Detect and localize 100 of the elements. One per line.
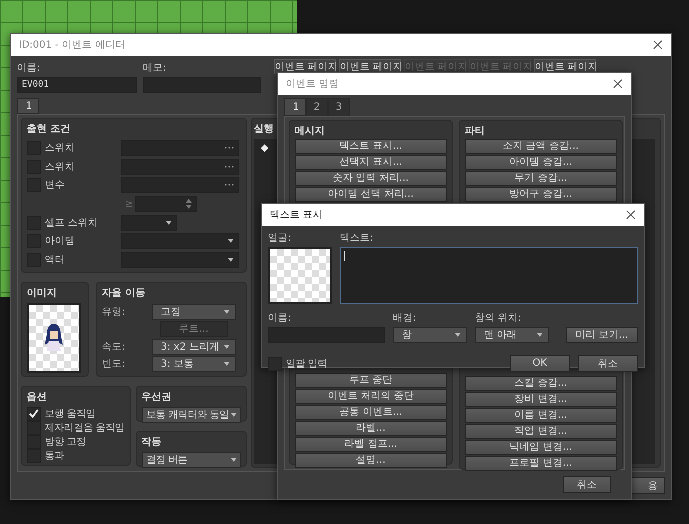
option-label: 제자리걸음 움직임 xyxy=(45,422,125,435)
ok-button[interactable]: OK xyxy=(510,355,570,372)
spinner-arrows-icon xyxy=(186,199,192,210)
command-button[interactable]: 닉네임 변경... xyxy=(465,440,617,455)
caret-icon xyxy=(228,258,234,262)
command-button[interactable]: 라벨 점프... xyxy=(295,437,447,452)
caret-icon xyxy=(224,362,230,366)
command-line[interactable]: ◆ xyxy=(261,143,269,154)
window-title: 이벤트 명령 xyxy=(286,78,340,91)
more-icon xyxy=(225,147,234,150)
preview-button[interactable]: 미리 보기... xyxy=(566,327,638,343)
close-icon[interactable] xyxy=(626,210,636,220)
character-image[interactable] xyxy=(27,303,81,373)
dropdown[interactable]: 맨 아래 xyxy=(475,327,549,343)
group-title: 자율 이동 xyxy=(102,287,146,300)
dropdown[interactable]: 고정 xyxy=(152,304,236,320)
command-button[interactable]: 스킬 증감... xyxy=(465,376,617,391)
command-button[interactable]: 직업 변경... xyxy=(465,424,617,439)
face-image-box[interactable] xyxy=(268,247,332,304)
close-icon[interactable] xyxy=(653,40,663,50)
condition-label: 셀프 스위치 xyxy=(45,216,100,230)
window-title: ID:001 - 이벤트 에디터 xyxy=(19,39,126,52)
field-label: 얼굴: xyxy=(268,232,292,245)
caret-icon xyxy=(455,333,461,337)
command-button[interactable]: 아이템 증감... xyxy=(465,155,617,170)
command-button[interactable]: 숫자 입력 처리... xyxy=(295,171,447,186)
dropdown[interactable]: 결정 버튼 xyxy=(142,452,241,468)
close-icon[interactable] xyxy=(613,79,623,89)
cancel-button[interactable]: 취소 xyxy=(578,355,638,372)
caret-icon xyxy=(231,458,237,462)
command-button[interactable]: 무기 증감... xyxy=(465,171,617,186)
command-button[interactable]: 소지 금액 증감... xyxy=(465,139,617,154)
group-title: 이미지 xyxy=(27,287,57,300)
field-label: 이름: xyxy=(268,312,292,325)
field-label: 이름: xyxy=(17,62,42,75)
command-button[interactable]: 이름 변경... xyxy=(465,408,617,423)
dropdown[interactable] xyxy=(121,214,177,231)
page-tab[interactable]: 1 xyxy=(17,98,39,114)
name-field[interactable]: EV001 xyxy=(17,77,137,93)
group-title: 메시지 xyxy=(295,125,325,138)
command-button[interactable]: 텍스트 표시... xyxy=(295,139,447,154)
group-title: 출현 조건 xyxy=(27,123,70,136)
more-icon xyxy=(225,166,234,168)
option-label: 보행 움직임 xyxy=(45,408,96,421)
field-label: 빈도: xyxy=(102,358,126,372)
caret-icon xyxy=(228,239,234,244)
option-label: 일괄 입력 xyxy=(286,358,328,370)
command-button[interactable]: 라벨... xyxy=(295,421,447,436)
command-button[interactable]: 장비 변경... xyxy=(465,392,617,407)
dropdown[interactable]: 창 xyxy=(393,327,467,343)
picker-field[interactable] xyxy=(121,140,239,156)
dropdown[interactable]: 보통 캐릭터와 동일 xyxy=(142,407,241,423)
command-button[interactable]: 공통 이벤트... xyxy=(295,405,447,420)
text-area[interactable] xyxy=(340,247,638,304)
caret-icon xyxy=(224,344,230,349)
command-button[interactable]: 이벤트 처리의 중단 xyxy=(295,389,447,404)
command-button[interactable]: 프로필 변경... xyxy=(465,456,617,471)
operator-label: ≥ xyxy=(125,198,134,210)
field-label: 유형: xyxy=(102,306,126,319)
caret-icon xyxy=(537,333,543,337)
character-sprite-drawing xyxy=(42,323,66,353)
condition-label: 스위치 xyxy=(45,142,76,156)
tab[interactable]: 2 xyxy=(306,98,328,116)
command-button[interactable]: 아이템 선택 처리... xyxy=(295,187,447,202)
window-title: 텍스트 표시 xyxy=(270,209,324,222)
number-field[interactable] xyxy=(135,196,197,212)
command-button[interactable]: 방어구 증감... xyxy=(465,187,617,202)
field-label: 창의 위치: xyxy=(475,312,523,325)
memo-field[interactable] xyxy=(143,77,261,93)
field-label: 속도: xyxy=(102,340,126,354)
dropdown[interactable]: 3: 보통 xyxy=(152,356,236,372)
condition-label: 액터 xyxy=(45,254,66,267)
checkbox[interactable] xyxy=(27,407,41,421)
group-title: 옵션 xyxy=(27,391,47,404)
apply-button[interactable]: 용 xyxy=(631,477,665,494)
group-title: 실행 xyxy=(254,123,274,136)
field-label: 배경: xyxy=(393,312,418,325)
dropdown[interactable]: 3: x2 느리게 xyxy=(152,338,236,355)
caret-icon xyxy=(231,413,237,417)
command-button[interactable]: 루프 중단 xyxy=(295,373,447,388)
tab[interactable]: 1 xyxy=(284,98,306,116)
field-label: 텍스트: xyxy=(340,232,374,245)
condition-label: 변수 xyxy=(45,179,66,192)
command-button[interactable]: 선택지 표시... xyxy=(295,155,447,170)
option-label: 방향 고정 xyxy=(45,436,86,449)
condition-label: 아이템 xyxy=(45,235,76,248)
tab[interactable]: 3 xyxy=(328,98,350,116)
more-icon xyxy=(225,184,234,186)
checkbox[interactable] xyxy=(268,356,282,370)
field-label: 메모: xyxy=(143,62,168,75)
dropdown[interactable] xyxy=(121,252,239,268)
option-label: 통과 xyxy=(45,450,64,463)
cancel-button[interactable]: 취소 xyxy=(563,476,611,493)
command-button[interactable]: 설명... xyxy=(295,453,447,468)
group-title: 작동 xyxy=(142,436,162,449)
picker-field[interactable] xyxy=(121,177,239,194)
condition-label: 스위치 xyxy=(45,160,76,174)
dropdown[interactable] xyxy=(121,233,239,250)
caret-icon xyxy=(224,310,230,314)
picker-field[interactable] xyxy=(121,158,239,175)
